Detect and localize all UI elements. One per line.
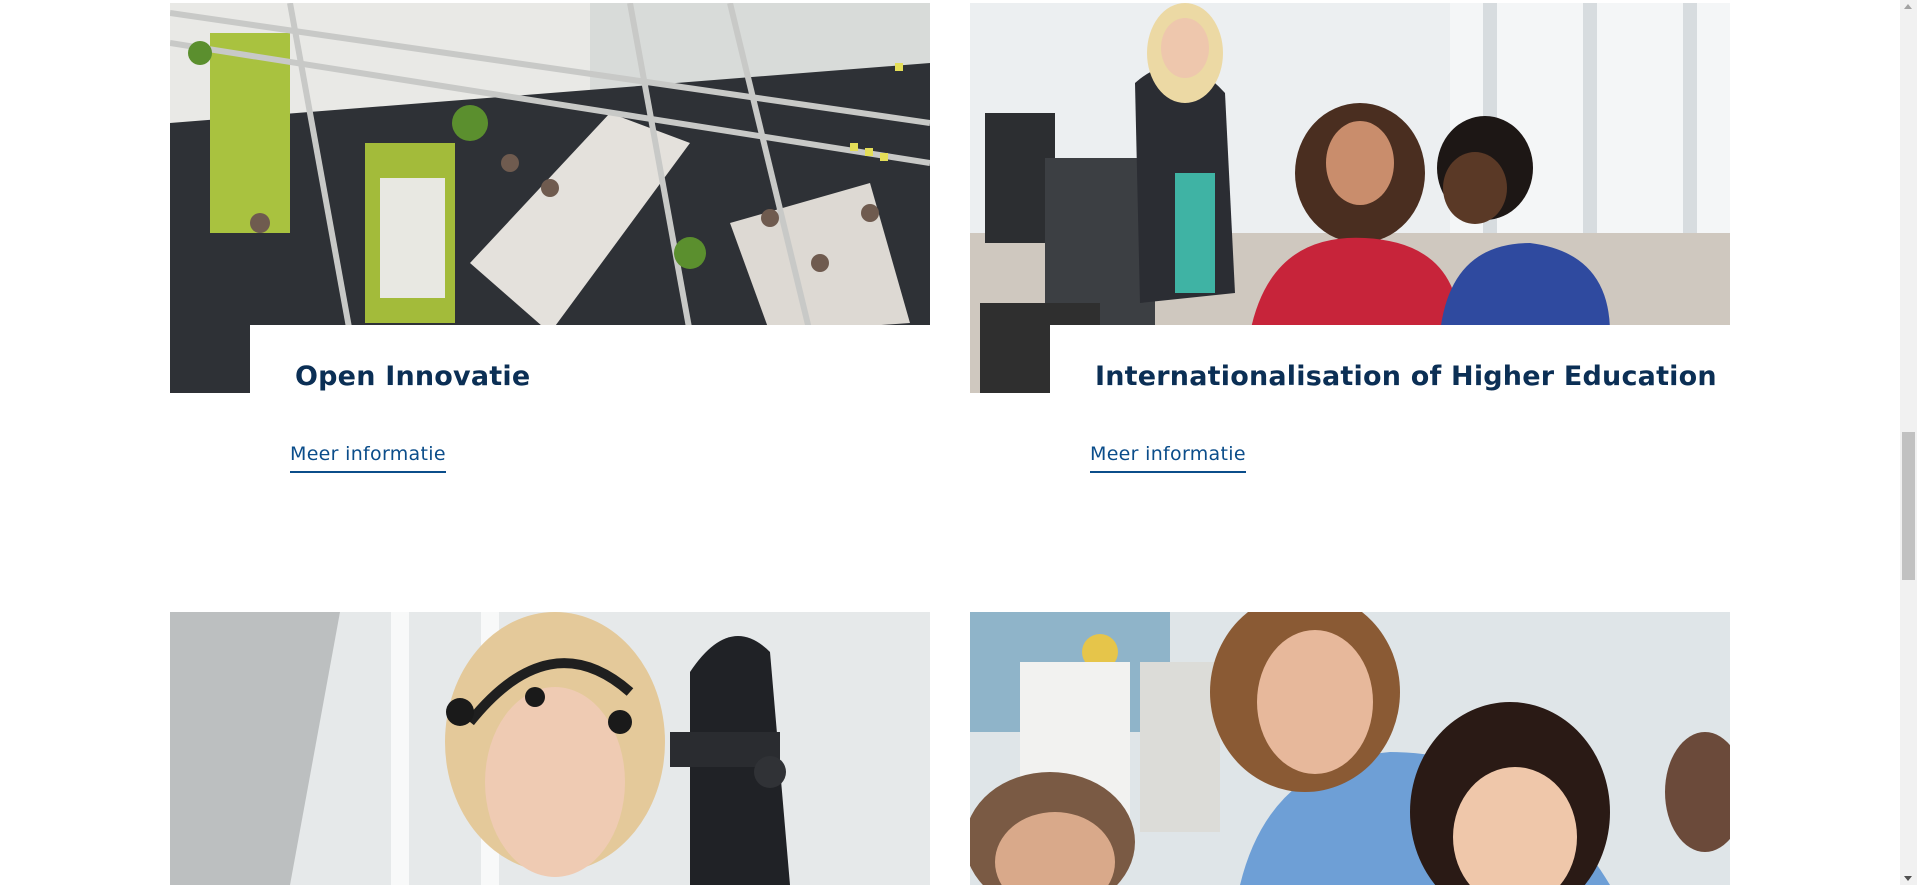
- scrollbar-thumb[interactable]: [1902, 432, 1915, 580]
- vertical-scrollbar[interactable]: [1900, 0, 1917, 885]
- meer-informatie-link[interactable]: Meer informatie: [290, 443, 446, 473]
- photo-eeg-headset[interactable]: [170, 612, 930, 885]
- scroll-down-arrow-icon[interactable]: [1904, 876, 1912, 881]
- card-title: Open Innovatie: [295, 361, 531, 392]
- photo-teacher-student[interactable]: [970, 612, 1730, 885]
- meer-informatie-link[interactable]: Meer informatie: [1090, 443, 1246, 473]
- card-title: Internationalisation of Higher Education: [1095, 361, 1717, 392]
- scroll-up-arrow-icon[interactable]: [1904, 4, 1912, 9]
